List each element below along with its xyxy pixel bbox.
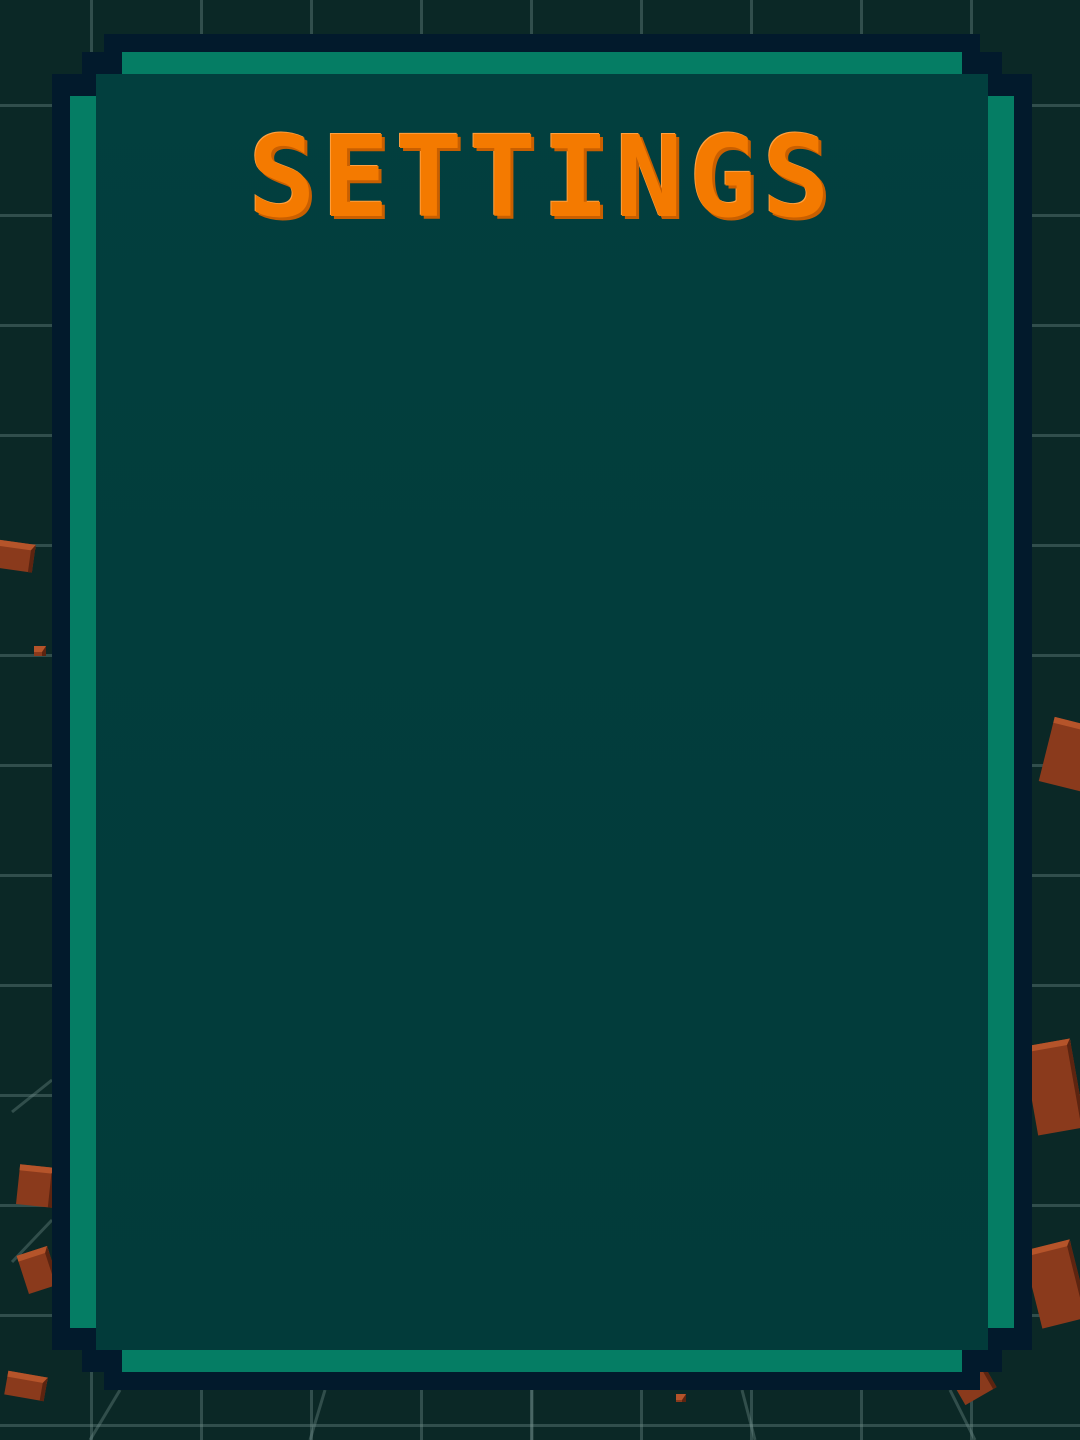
panel-content-area xyxy=(96,74,988,1350)
page-title: SETTINGS xyxy=(248,113,836,243)
brick-debris xyxy=(0,539,36,573)
brick-debris xyxy=(676,1394,686,1402)
brick-debris xyxy=(16,1164,56,1208)
settings-panel: SETTINGS xyxy=(52,34,1032,1390)
game-background: SETTINGS xyxy=(0,0,1080,1440)
brick-debris xyxy=(34,646,46,656)
